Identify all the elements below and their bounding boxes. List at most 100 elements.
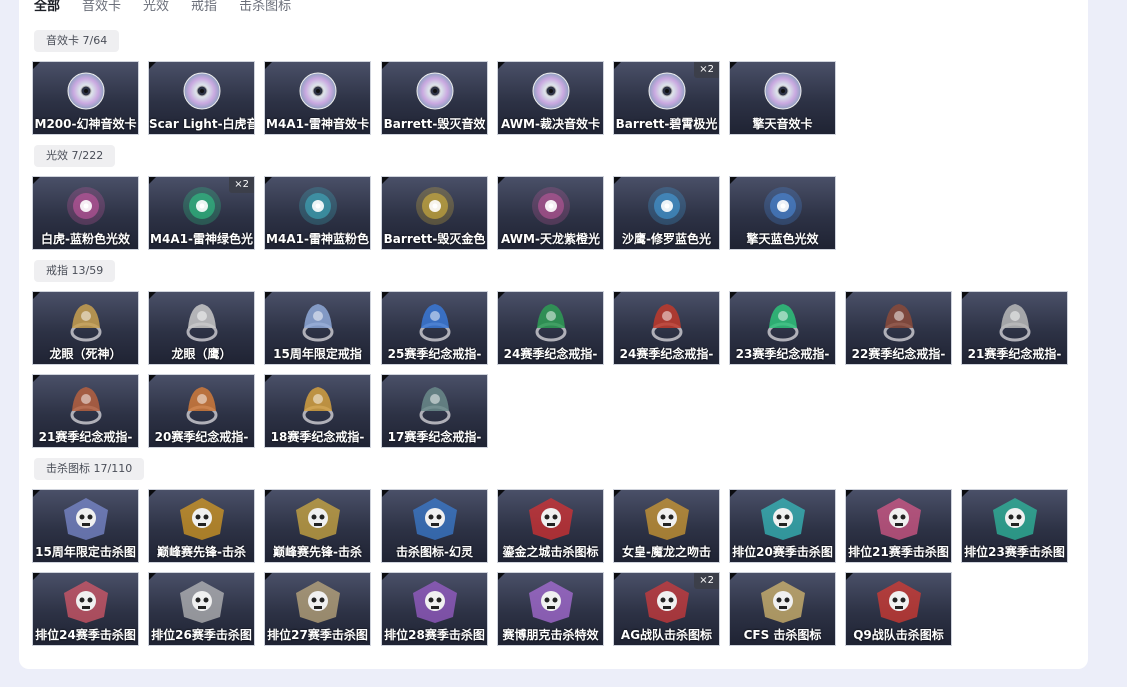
kill-icon xyxy=(871,579,927,625)
corner-marker xyxy=(33,375,40,382)
corner-marker xyxy=(498,177,505,184)
item-card[interactable]: M200-幻神音效卡 xyxy=(33,62,138,134)
item-card[interactable]: 排位27赛季击杀图 xyxy=(265,573,370,645)
item-name: 赛博朋克击杀特效 xyxy=(502,628,599,642)
item-card[interactable]: 龙眼（死神） xyxy=(33,292,138,364)
item-card[interactable]: 15周年限定击杀图 xyxy=(33,490,138,562)
item-card[interactable]: CFS 击杀图标 xyxy=(730,573,835,645)
item-name: 排位24赛季击杀图 xyxy=(35,628,136,642)
item-card[interactable]: 23赛季纪念戒指- xyxy=(730,292,835,364)
item-card[interactable]: 擎天蓝色光效 xyxy=(730,177,835,249)
corner-marker xyxy=(382,490,389,497)
kill-icon xyxy=(755,579,811,625)
item-card[interactable]: 17赛季纪念戒指- xyxy=(382,375,487,447)
kill-icon xyxy=(523,496,579,542)
scrollbar-track[interactable] xyxy=(1117,0,1127,687)
quantity-badge: ×2 xyxy=(694,62,719,78)
item-name: 排位20赛季击杀图 xyxy=(732,545,833,559)
item-card[interactable]: Barrett-毁灭金色 xyxy=(382,177,487,249)
item-name: M200-幻神音效卡 xyxy=(34,117,137,131)
corner-marker xyxy=(614,573,621,580)
sound-card-icon xyxy=(58,68,114,114)
item-card[interactable]: 25赛季纪念戒指- xyxy=(382,292,487,364)
item-card[interactable]: 沙鹰-修罗蓝色光 xyxy=(614,177,719,249)
item-card[interactable]: 15周年限定戒指 xyxy=(265,292,370,364)
tab-1[interactable]: 音效卡 xyxy=(82,0,121,14)
light-effect-icon xyxy=(523,183,579,229)
item-card[interactable]: 擎天音效卡 xyxy=(730,62,835,134)
light-effect-icon xyxy=(58,183,114,229)
item-card[interactable]: 22赛季纪念戒指- xyxy=(846,292,951,364)
item-card[interactable]: 排位24赛季击杀图 xyxy=(33,573,138,645)
corner-marker xyxy=(498,292,505,299)
kill-icon xyxy=(755,496,811,542)
item-card[interactable]: M4A1-雷神音效卡 xyxy=(265,62,370,134)
item-card[interactable]: 鎏金之城击杀图标 xyxy=(498,490,603,562)
item-card[interactable]: 18赛季纪念戒指- xyxy=(265,375,370,447)
corner-marker xyxy=(149,573,156,580)
sound-card-icon xyxy=(639,68,695,114)
item-name: 22赛季纪念戒指- xyxy=(851,347,946,361)
item-name: 龙眼（鹰） xyxy=(171,347,232,361)
corner-marker xyxy=(730,490,737,497)
item-card[interactable]: 赛博朋克击杀特效 xyxy=(498,573,603,645)
ring-icon xyxy=(987,298,1043,344)
item-card[interactable]: M4A1-雷神蓝粉色 xyxy=(265,177,370,249)
item-card[interactable]: 24赛季纪念戒指- xyxy=(498,292,603,364)
kill-icon xyxy=(639,496,695,542)
corner-marker xyxy=(382,375,389,382)
item-card[interactable]: Q9战队击杀图标 xyxy=(846,573,951,645)
item-card[interactable]: AWM-裁决音效卡 xyxy=(498,62,603,134)
corner-marker xyxy=(498,62,505,69)
corner-marker xyxy=(33,177,40,184)
item-card[interactable]: 21赛季纪念戒指- xyxy=(33,375,138,447)
item-name: 15周年限定击杀图 xyxy=(35,545,136,559)
item-card[interactable]: 21赛季纪念戒指- xyxy=(962,292,1067,364)
corner-marker xyxy=(846,292,853,299)
corner-marker xyxy=(730,62,737,69)
item-card[interactable]: 龙眼（鹰） xyxy=(149,292,254,364)
item-card[interactable]: 女皇-魔龙之吻击 xyxy=(614,490,719,562)
kill-icon xyxy=(290,579,346,625)
item-card[interactable]: Barrett-碧霄极光 ×2 xyxy=(614,62,719,134)
item-card[interactable]: 24赛季纪念戒指- xyxy=(614,292,719,364)
quantity-badge: ×2 xyxy=(694,573,719,589)
item-card[interactable]: 击杀图标-幻灵 xyxy=(382,490,487,562)
item-card[interactable]: AWM-天龙紫橙光 xyxy=(498,177,603,249)
item-card[interactable]: AG战队击杀图标 ×2 xyxy=(614,573,719,645)
item-card[interactable]: 巅峰赛先锋-击杀 xyxy=(149,490,254,562)
item-card[interactable]: 白虎-蓝粉色光效 xyxy=(33,177,138,249)
item-card[interactable]: M4A1-雷神绿色光 ×2 xyxy=(149,177,254,249)
kill-icon xyxy=(58,496,114,542)
ring-icon xyxy=(639,298,695,344)
item-card[interactable]: 巅峰赛先锋-击杀 xyxy=(265,490,370,562)
corner-marker xyxy=(149,375,156,382)
item-name: 17赛季纪念戒指- xyxy=(387,430,482,444)
kill-icon xyxy=(871,496,927,542)
item-card[interactable]: 排位26赛季击杀图 xyxy=(149,573,254,645)
ring-icon xyxy=(407,381,463,427)
item-card[interactable]: 20赛季纪念戒指- xyxy=(149,375,254,447)
tab-0[interactable]: 全部 xyxy=(34,0,60,14)
item-card[interactable]: 排位21赛季击杀图 xyxy=(846,490,951,562)
item-name: 21赛季纪念戒指- xyxy=(967,347,1062,361)
tab-4[interactable]: 击杀图标 xyxy=(239,0,291,14)
corner-marker xyxy=(614,490,621,497)
kill-icon xyxy=(58,579,114,625)
item-card[interactable]: 排位20赛季击杀图 xyxy=(730,490,835,562)
item-name: 15周年限定戒指 xyxy=(273,347,362,361)
corner-marker xyxy=(730,292,737,299)
ring-icon xyxy=(58,381,114,427)
corner-marker xyxy=(730,177,737,184)
tab-3[interactable]: 戒指 xyxy=(191,0,217,14)
item-card[interactable]: Scar Light-白虎音 xyxy=(149,62,254,134)
item-card[interactable]: 排位23赛季击杀图 xyxy=(962,490,1067,562)
light-effect-icon xyxy=(407,183,463,229)
corner-marker xyxy=(962,292,969,299)
item-card[interactable]: Barrett-毁灭音效 xyxy=(382,62,487,134)
item-card[interactable]: 排位28赛季击杀图 xyxy=(382,573,487,645)
item-name: Barrett-碧霄极光 xyxy=(615,117,718,131)
tab-2[interactable]: 光效 xyxy=(143,0,169,14)
ring-icon xyxy=(290,298,346,344)
light-effect-icon xyxy=(639,183,695,229)
